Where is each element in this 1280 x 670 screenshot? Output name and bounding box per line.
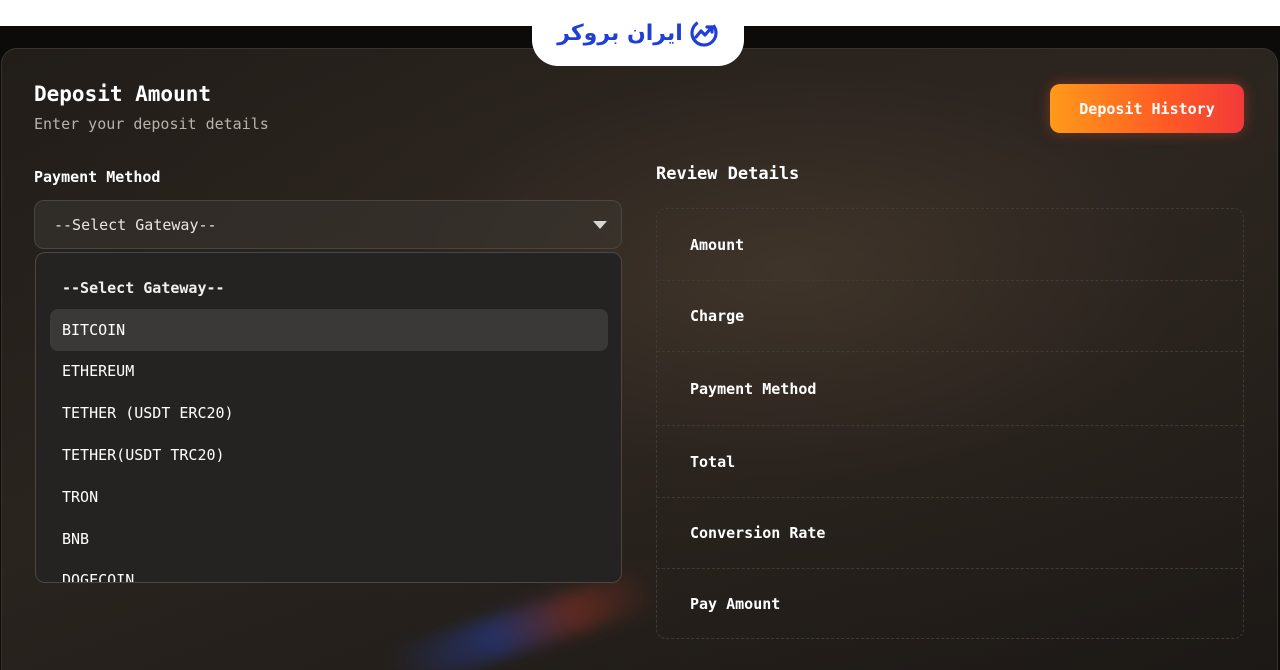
- review-label-amount: Amount: [690, 235, 745, 254]
- review-label-total: Total: [690, 452, 736, 471]
- gateway-option-tether-erc20[interactable]: TETHER (USDT ERC20): [50, 392, 608, 434]
- review-row-pay-amount: Pay Amount: [657, 569, 1243, 639]
- review-row-payment-method: Payment Method: [657, 352, 1243, 426]
- review-row-total: Total: [657, 426, 1243, 498]
- review-row-conversion-rate: Conversion Rate: [657, 498, 1243, 569]
- gateway-option-dogecoin[interactable]: DOGECOIN: [50, 559, 608, 582]
- gateway-option-bitcoin[interactable]: BITCOIN: [50, 309, 608, 351]
- caret-down-icon: [593, 221, 607, 229]
- review-label-pay-amount: Pay Amount: [690, 595, 781, 613]
- review-details-panel: Amount Charge Payment Method Total Conve…: [656, 208, 1244, 639]
- brand-logo-text: ایران بروکر: [557, 20, 683, 46]
- review-details-title: Review Details: [656, 164, 800, 184]
- brand-logo[interactable]: ایران بروکر: [532, 0, 744, 66]
- gateway-option-placeholder[interactable]: --Select Gateway--: [50, 267, 608, 309]
- gateway-option-tether-trc20[interactable]: TETHER(USDT TRC20): [50, 434, 608, 476]
- payment-method-selected-value: --Select Gateway--: [54, 215, 217, 234]
- gateway-option-tron[interactable]: TRON: [50, 476, 608, 518]
- page-title: Deposit Amount: [34, 82, 212, 106]
- review-label-payment-method: Payment Method: [690, 379, 817, 398]
- review-label-conversion-rate: Conversion Rate: [690, 524, 826, 542]
- review-label-charge: Charge: [690, 307, 745, 325]
- gateway-option-bnb[interactable]: BNB: [50, 518, 608, 560]
- review-row-charge: Charge: [657, 281, 1243, 352]
- payment-method-label: Payment Method: [34, 168, 161, 186]
- payment-method-select[interactable]: --Select Gateway--: [34, 200, 622, 249]
- page-subtitle: Enter your deposit details: [34, 115, 269, 133]
- gateway-dropdown-list[interactable]: --Select Gateway-- BITCOIN ETHEREUM TETH…: [35, 252, 622, 583]
- trend-chart-icon: [689, 18, 719, 48]
- gateway-option-ethereum[interactable]: ETHEREUM: [50, 350, 608, 392]
- review-row-amount: Amount: [657, 209, 1243, 281]
- deposit-history-button[interactable]: Deposit History: [1050, 84, 1244, 133]
